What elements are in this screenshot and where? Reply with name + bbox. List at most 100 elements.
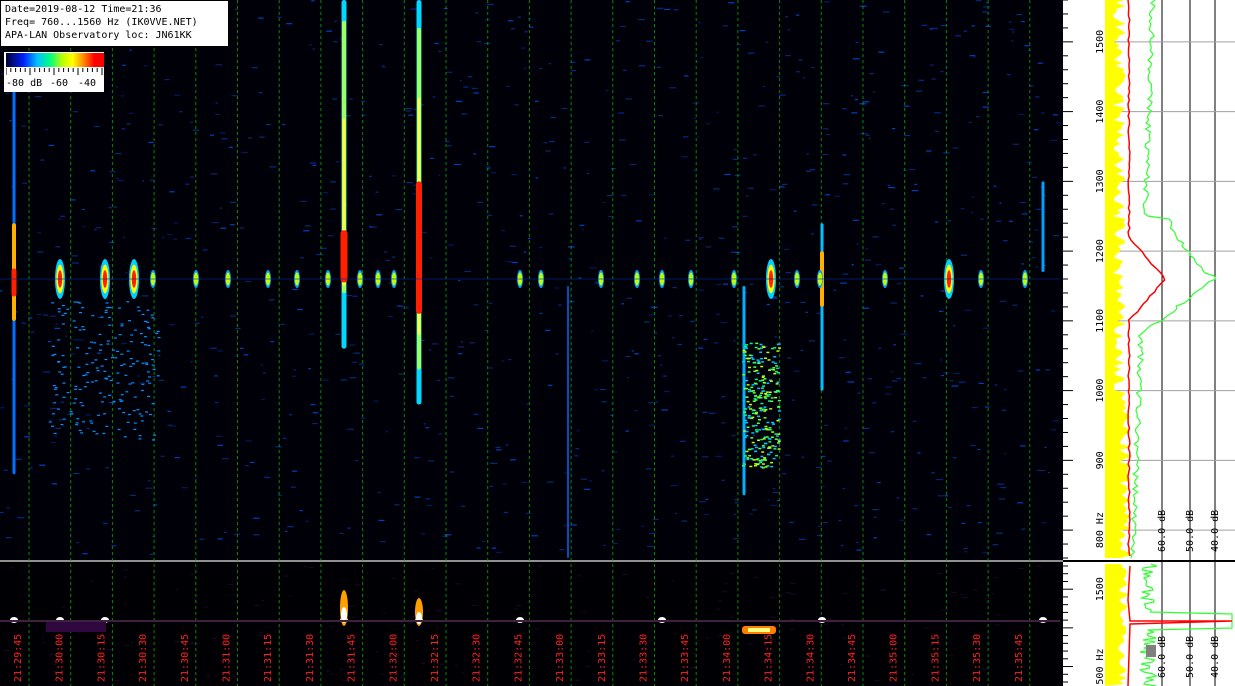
noise-speck	[141, 180, 144, 182]
noise-speck	[785, 301, 790, 304]
scatter-echo	[128, 383, 132, 385]
noise-speck	[852, 219, 859, 221]
noise-speck	[476, 41, 482, 43]
noise-speck	[128, 112, 133, 114]
noise-speck	[464, 270, 472, 272]
spectrogram-display: 21:29:45 21:30:00 21:30:15 21:30:30 21:30:45…	[0, 0, 1235, 686]
scatter-echo	[767, 453, 771, 456]
scatter-echo	[755, 369, 759, 372]
noise-speck	[359, 363, 365, 365]
noise-speck	[683, 75, 689, 77]
noise-speck	[575, 679, 581, 681]
noise-speck	[731, 435, 736, 437]
noise-speck	[811, 66, 815, 69]
noise-speck	[816, 466, 822, 469]
noise-speck	[1016, 14, 1023, 16]
lower-echo-core	[748, 628, 770, 632]
frequency-label: 1500	[1095, 30, 1106, 54]
noise-speck	[305, 520, 309, 522]
noise-speck	[843, 440, 849, 442]
scatter-echo	[754, 346, 758, 349]
scatter-echo	[75, 422, 79, 424]
noise-speck	[1052, 114, 1059, 116]
scatter-echo	[746, 426, 750, 428]
noise-speck	[748, 643, 753, 645]
noise-speck	[431, 343, 439, 345]
scatter-echo	[72, 320, 76, 322]
scatter-echo	[753, 444, 757, 446]
noise-speck	[486, 166, 491, 168]
faint-trace	[11, 268, 17, 297]
scatter-echo	[105, 425, 109, 427]
noise-speck	[1056, 122, 1062, 124]
scatter-echo	[128, 320, 131, 322]
noise-speck	[55, 427, 61, 429]
scatter-echo	[109, 379, 113, 382]
noise-speck	[778, 286, 784, 288]
noise-speck	[953, 372, 960, 375]
noise-speck	[94, 229, 97, 231]
noise-speck	[148, 141, 154, 143]
noise-speck	[892, 128, 896, 130]
noise-speck	[124, 342, 127, 344]
scatter-echo	[767, 437, 771, 440]
noise-speck	[473, 92, 479, 94]
scatter-echo	[60, 424, 64, 426]
time-label: 21:30:45	[180, 634, 191, 682]
scatter-echo	[751, 441, 755, 444]
noise-speck	[716, 283, 721, 285]
scatter-echo	[127, 413, 131, 416]
noise-speck	[78, 631, 81, 633]
time-label: 21:30:30	[138, 634, 149, 682]
noise-speck	[525, 31, 528, 33]
noise-speck	[175, 588, 179, 590]
noise-speck	[523, 251, 526, 253]
noise-speck	[948, 506, 952, 509]
noise-speck	[805, 311, 808, 313]
scatter-echo	[91, 362, 95, 364]
scatter-echo	[78, 302, 82, 304]
scatter-echo	[747, 406, 751, 408]
noise-speck	[750, 283, 754, 285]
noise-speck	[15, 458, 22, 460]
meteor-trace-red	[416, 181, 422, 314]
scatter-echo	[766, 395, 770, 397]
time-label: 21:33:45	[680, 634, 691, 682]
noise-speck	[723, 283, 729, 285]
noise-speck	[124, 603, 127, 605]
noise-speck	[308, 44, 313, 46]
noise-speck	[790, 582, 797, 584]
scatter-echo	[120, 353, 124, 355]
noise-speck	[701, 411, 708, 413]
noise-speck	[649, 639, 653, 641]
noise-speck	[214, 375, 218, 377]
scatter-echo	[124, 374, 128, 376]
noise-speck	[1008, 220, 1014, 222]
scatter-echo	[744, 345, 748, 348]
scatter-echo	[141, 362, 145, 364]
scatter-echo	[155, 332, 159, 334]
noise-speck	[732, 538, 740, 540]
noise-speck	[994, 384, 998, 386]
noise-speck	[962, 596, 968, 598]
noise-speck	[326, 670, 330, 672]
time-label: 21:34:15	[764, 634, 775, 682]
scatter-echo	[769, 408, 773, 410]
noise-speck	[330, 208, 337, 210]
noise-speck	[649, 314, 655, 316]
scatter-echo	[747, 371, 751, 373]
scatter-echo	[51, 425, 54, 427]
noise-speck	[174, 222, 178, 224]
noise-speck	[601, 470, 605, 472]
scatter-echo	[133, 329, 137, 331]
scatter-echo	[764, 393, 768, 395]
noise-speck	[717, 600, 723, 602]
noise-speck	[61, 606, 66, 608]
noise-speck	[1034, 229, 1039, 231]
noise-speck	[856, 549, 862, 551]
time-label: 21:33:30	[639, 634, 650, 682]
scatter-echo	[777, 442, 780, 444]
noise-speck	[199, 538, 205, 540]
scatter-echo	[776, 381, 780, 383]
noise-speck	[1051, 429, 1057, 431]
